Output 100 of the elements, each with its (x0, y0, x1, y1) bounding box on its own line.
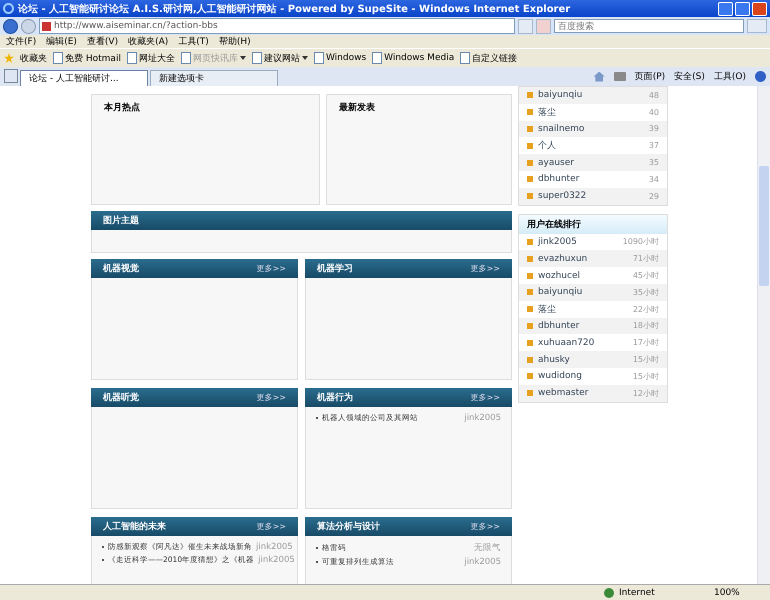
user-name[interactable]: evazhuxun (538, 254, 628, 264)
user-name[interactable]: dbhunter (538, 174, 644, 184)
author-name: jink2005 (256, 542, 293, 552)
more-link[interactable]: 更多>> (470, 263, 500, 274)
user-icon (527, 272, 533, 279)
security-zone: Internet (619, 588, 656, 598)
command-menu[interactable]: 安全(S) (674, 70, 705, 83)
post-count: 34 (648, 174, 659, 184)
maximize-button[interactable] (735, 2, 750, 16)
scrollbar[interactable] (757, 86, 770, 584)
user-name[interactable]: 落尘 (538, 302, 628, 316)
quick-tabs-icon[interactable] (4, 69, 18, 83)
online-hours: 15小时 (632, 370, 659, 382)
user-icon (527, 238, 533, 245)
refresh-icon[interactable] (518, 18, 533, 34)
site-icon (42, 22, 51, 30)
close-button[interactable] (752, 2, 767, 16)
user-name[interactable]: 个人 (538, 139, 644, 152)
section-title: 算法分析与设计 (317, 520, 380, 533)
section-title: 图片主题 (103, 214, 139, 227)
page-icon (372, 52, 382, 64)
more-link[interactable]: 更多>> (256, 263, 286, 274)
browser-tab[interactable]: 新建选项卡 (150, 70, 278, 86)
back-button[interactable] (3, 18, 18, 34)
window-title: 论坛 - 人工智能研讨论坛 A.I.S.研讨网,人工智能研讨网站 - Powered by SupeSite - Windows Internet Explorer (18, 2, 572, 16)
favorite-link[interactable]: 建议网站 (264, 52, 300, 64)
user-name[interactable]: ahusky (538, 354, 628, 365)
user-name[interactable]: super0322 (538, 191, 644, 202)
user-name[interactable]: 落尘 (538, 106, 644, 119)
command-menu[interactable]: 工具(O) (714, 70, 746, 83)
panel-title: 用户在线排行 (527, 218, 581, 231)
author-name: jink2005 (464, 557, 501, 567)
online-hours: 1090小时 (622, 236, 659, 248)
user-name[interactable]: xuhuaan720 (538, 338, 628, 348)
post-count: 37 (648, 141, 659, 150)
more-link[interactable]: 更多>> (256, 392, 286, 403)
section-title: 机器听觉 (103, 391, 139, 404)
user-icon (527, 373, 533, 380)
help-icon[interactable] (755, 71, 766, 82)
favorites-button[interactable]: 收藏夹 (20, 52, 47, 64)
post-count: 29 (648, 192, 659, 201)
user-name[interactable]: webmaster (538, 388, 628, 398)
page-icon (53, 52, 63, 64)
user-name[interactable]: wudidong (538, 371, 628, 382)
page-icon (180, 52, 191, 64)
favorite-link[interactable]: Windows Media (384, 53, 454, 63)
author-name: jink2005 (258, 555, 295, 565)
online-hours: 12小时 (632, 388, 659, 399)
search-field[interactable]: 百度搜索 (554, 19, 744, 33)
address-field[interactable]: http://www.aiseminar.cn/?action-bbs (39, 18, 515, 34)
user-icon (527, 109, 533, 116)
command-menu[interactable]: 页面(P) (634, 70, 666, 83)
user-icon (527, 289, 533, 296)
user-name[interactable]: baiyunqiu (538, 90, 644, 100)
user-icon (527, 306, 533, 312)
more-link[interactable]: 更多>> (470, 392, 500, 403)
panel-title: 最新发表 (339, 103, 375, 113)
favorite-link[interactable]: Windows (326, 53, 366, 63)
minimize-button[interactable] (718, 2, 733, 16)
more-link[interactable]: 更多>> (256, 521, 286, 532)
stop-icon[interactable] (536, 18, 551, 34)
online-hours: 71小时 (632, 253, 659, 264)
menu-item[interactable]: 工具(T) (178, 35, 209, 48)
favorite-link[interactable]: 自定义链接 (472, 52, 518, 64)
caret-icon[interactable] (302, 56, 308, 60)
home-icon[interactable] (594, 72, 605, 82)
user-icon (527, 256, 533, 262)
online-hours: 35小时 (632, 286, 659, 298)
online-hours: 45小时 (632, 270, 659, 282)
user-name[interactable]: jink2005 (538, 236, 618, 247)
page-icon (126, 52, 137, 64)
menu-item[interactable]: 文件(F) (6, 35, 36, 48)
menu-item[interactable]: 查看(V) (86, 35, 118, 48)
post-count: 48 (648, 90, 659, 100)
online-hours: 18小时 (632, 320, 659, 332)
user-icon (527, 356, 533, 363)
online-hours: 15小时 (632, 354, 659, 366)
menu-item[interactable]: 编辑(E) (46, 35, 77, 48)
user-name[interactable]: baiyunqiu (538, 287, 628, 298)
globe-icon (604, 588, 614, 598)
user-name[interactable]: ayauser (538, 158, 644, 168)
author-name: jink2005 (464, 413, 501, 423)
section-title: 人工智能的未来 (103, 520, 166, 533)
user-name[interactable]: snailnemo (538, 124, 644, 134)
user-icon (527, 160, 533, 166)
browser-logo-icon (3, 3, 14, 14)
post-count: 35 (648, 158, 659, 168)
user-name[interactable]: dbhunter (538, 320, 628, 331)
more-link[interactable]: 更多>> (470, 521, 500, 532)
zoom-level[interactable]: 100% (714, 588, 764, 598)
user-icon (527, 142, 533, 149)
menu-item[interactable]: 帮助(H) (218, 35, 251, 48)
user-icon (527, 340, 533, 346)
browser-tab[interactable]: 论坛 - 人工智能研讨... (20, 70, 148, 86)
user-name[interactable]: wozhucel (538, 270, 628, 281)
favorite-link[interactable]: 网址大全 (138, 52, 175, 64)
menu-item[interactable]: 收藏夹(A) (128, 35, 168, 48)
favorite-link[interactable]: 免费 Hotmail (65, 52, 121, 64)
page-icon (460, 52, 470, 64)
printer-icon[interactable] (614, 72, 626, 81)
